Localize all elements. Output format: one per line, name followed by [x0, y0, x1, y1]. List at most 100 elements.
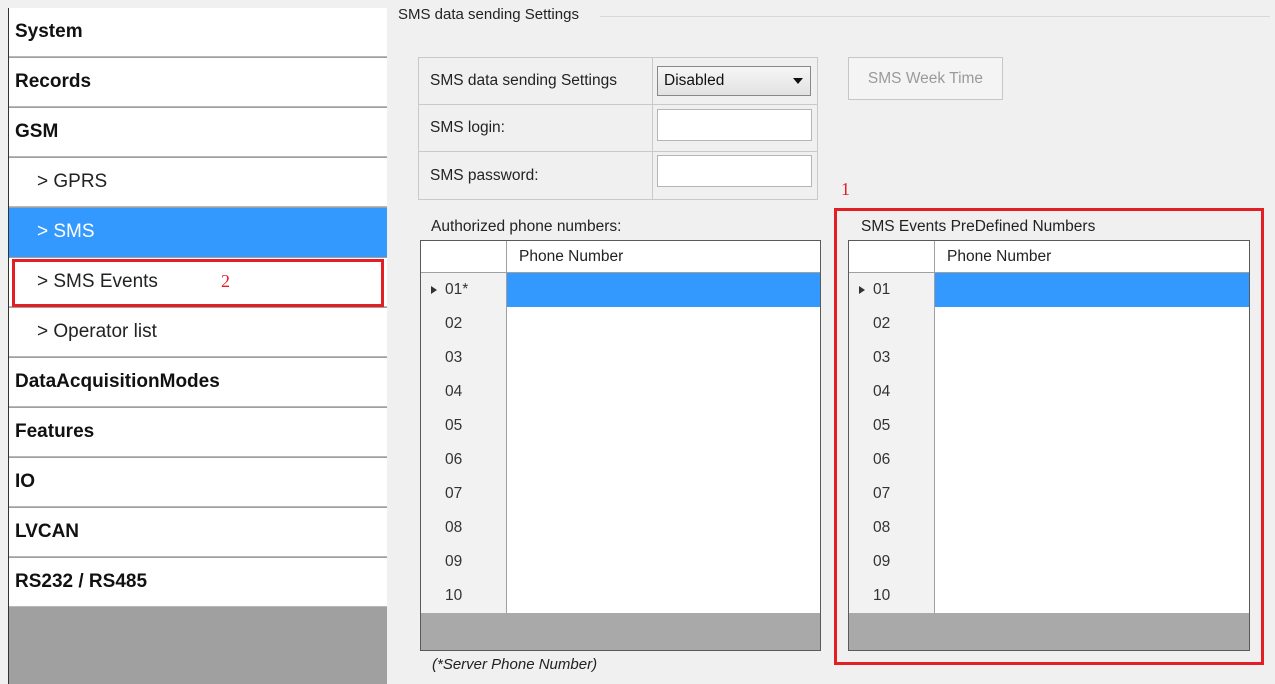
sidebar-item-label: LVCAN — [15, 521, 80, 542]
table-row[interactable]: 08 — [849, 511, 1249, 545]
phone-number-cell[interactable] — [935, 477, 1249, 511]
sms-password-input[interactable] — [657, 155, 812, 187]
sidebar-item-system[interactable]: System — [9, 8, 387, 57]
phone-number-cell[interactable] — [507, 273, 820, 307]
predefined-numbers-grid: Phone Number 01 02 03 04 05 06 07 08 09 10 — [848, 240, 1250, 651]
row-header[interactable]: 02 — [421, 307, 507, 341]
row-header[interactable]: 09 — [421, 545, 507, 579]
phone-number-cell[interactable] — [507, 477, 820, 511]
phone-number-cell[interactable] — [507, 307, 820, 341]
group-divider — [600, 16, 1270, 17]
sidebar-item-lvcan[interactable]: LVCAN — [9, 508, 387, 557]
row-header[interactable]: 01 — [849, 273, 935, 307]
sidebar-item-features[interactable]: Features — [9, 408, 387, 457]
phone-number-cell[interactable] — [507, 409, 820, 443]
phone-number-cell[interactable] — [935, 375, 1249, 409]
sidebar-item-rs232-rs485[interactable]: RS232 / RS485 — [9, 558, 387, 607]
annotation-marker-1: 1 — [841, 179, 850, 199]
phone-number-cell[interactable] — [935, 443, 1249, 477]
row-header[interactable]: 04 — [849, 375, 935, 409]
row-number: 03 — [445, 349, 463, 366]
row-number: 02 — [445, 315, 463, 332]
row-header[interactable]: 05 — [421, 409, 507, 443]
sms-week-time-button[interactable]: SMS Week Time — [848, 57, 1003, 100]
sidebar-item-gprs[interactable]: > GPRS — [9, 158, 387, 207]
phone-number-cell[interactable] — [935, 511, 1249, 545]
row-number: 07 — [873, 485, 891, 502]
row-header[interactable]: 03 — [849, 341, 935, 375]
row-header[interactable]: 08 — [849, 511, 935, 545]
sidebar-item-label: > GPRS — [37, 171, 108, 192]
phone-number-cell[interactable] — [935, 341, 1249, 375]
phone-number-column-header[interactable]: Phone Number — [935, 241, 1249, 273]
sidebar-item-operator-list[interactable]: > Operator list — [9, 308, 387, 357]
row-header[interactable]: 06 — [849, 443, 935, 477]
row-number: 05 — [445, 417, 463, 434]
table-row[interactable]: 08 — [421, 511, 820, 545]
table-row[interactable]: 10 — [421, 579, 820, 613]
table-row[interactable]: 09 — [849, 545, 1249, 579]
sidebar-item-sms[interactable]: > SMS — [9, 208, 387, 257]
table-row[interactable]: 01* — [421, 273, 820, 307]
row-number: 10 — [445, 587, 463, 604]
phone-number-cell[interactable] — [507, 375, 820, 409]
row-number: 06 — [445, 451, 463, 468]
sms-sending-select-value: Disabled — [664, 72, 725, 89]
sidebar-item-gsm[interactable]: GSM — [9, 108, 387, 157]
phone-number-cell[interactable] — [507, 341, 820, 375]
row-header[interactable]: 08 — [421, 511, 507, 545]
sidebar-item-data-acquisition-modes[interactable]: DataAcquisitionModes — [9, 358, 387, 407]
table-row[interactable]: 09 — [421, 545, 820, 579]
grid-header-corner — [421, 241, 507, 273]
phone-number-cell[interactable] — [935, 273, 1249, 307]
table-row[interactable]: 01 — [849, 273, 1249, 307]
sidebar-item-records[interactable]: Records — [9, 58, 387, 107]
table-row[interactable]: 04 — [849, 375, 1249, 409]
table-row[interactable]: 07 — [849, 477, 1249, 511]
phone-number-cell[interactable] — [507, 579, 820, 613]
table-row[interactable]: 10 — [849, 579, 1249, 613]
row-header[interactable]: 06 — [421, 443, 507, 477]
server-phone-footnote: (*Server Phone Number) — [432, 656, 598, 673]
row-header[interactable]: 09 — [849, 545, 935, 579]
row-header[interactable]: 04 — [421, 375, 507, 409]
row-number: 01* — [445, 281, 469, 298]
table-row[interactable]: 05 — [421, 409, 820, 443]
phone-number-column-header[interactable]: Phone Number — [507, 241, 820, 273]
table-row[interactable]: 02 — [849, 307, 1249, 341]
sidebar-item-sms-events[interactable]: > SMS Events — [9, 258, 387, 307]
sidebar-item-label: IO — [15, 471, 36, 492]
sms-login-input[interactable] — [657, 109, 812, 141]
sms-sending-select[interactable]: Disabled — [657, 66, 811, 96]
row-header[interactable]: 05 — [849, 409, 935, 443]
row-header[interactable]: 10 — [421, 579, 507, 613]
phone-number-cell[interactable] — [507, 545, 820, 579]
row-number: 07 — [445, 485, 463, 502]
phone-number-cell[interactable] — [935, 409, 1249, 443]
table-row[interactable]: 06 — [849, 443, 1249, 477]
grid-header-corner — [849, 241, 935, 273]
table-row[interactable]: 04 — [421, 375, 820, 409]
row-header[interactable]: 07 — [849, 477, 935, 511]
row-header[interactable]: 10 — [849, 579, 935, 613]
row-header[interactable]: 01* — [421, 273, 507, 307]
row-header[interactable]: 07 — [421, 477, 507, 511]
table-row[interactable]: 05 — [849, 409, 1249, 443]
table-row[interactable]: 06 — [421, 443, 820, 477]
row-header[interactable]: 02 — [849, 307, 935, 341]
phone-number-cell[interactable] — [507, 443, 820, 477]
sidebar-item-io[interactable]: IO — [9, 458, 387, 507]
table-row[interactable]: 03 — [421, 341, 820, 375]
table-row[interactable]: 07 — [421, 477, 820, 511]
predefined-numbers-caption: SMS Events PreDefined Numbers — [861, 218, 1096, 235]
phone-number-cell[interactable] — [935, 579, 1249, 613]
row-number: 08 — [445, 519, 463, 536]
current-row-pointer-icon — [859, 286, 865, 294]
phone-number-cell[interactable] — [935, 307, 1249, 341]
row-header[interactable]: 03 — [421, 341, 507, 375]
phone-number-cell[interactable] — [507, 511, 820, 545]
table-row[interactable]: 02 — [421, 307, 820, 341]
sidebar-item-label: > Operator list — [37, 321, 157, 342]
table-row[interactable]: 03 — [849, 341, 1249, 375]
phone-number-cell[interactable] — [935, 545, 1249, 579]
